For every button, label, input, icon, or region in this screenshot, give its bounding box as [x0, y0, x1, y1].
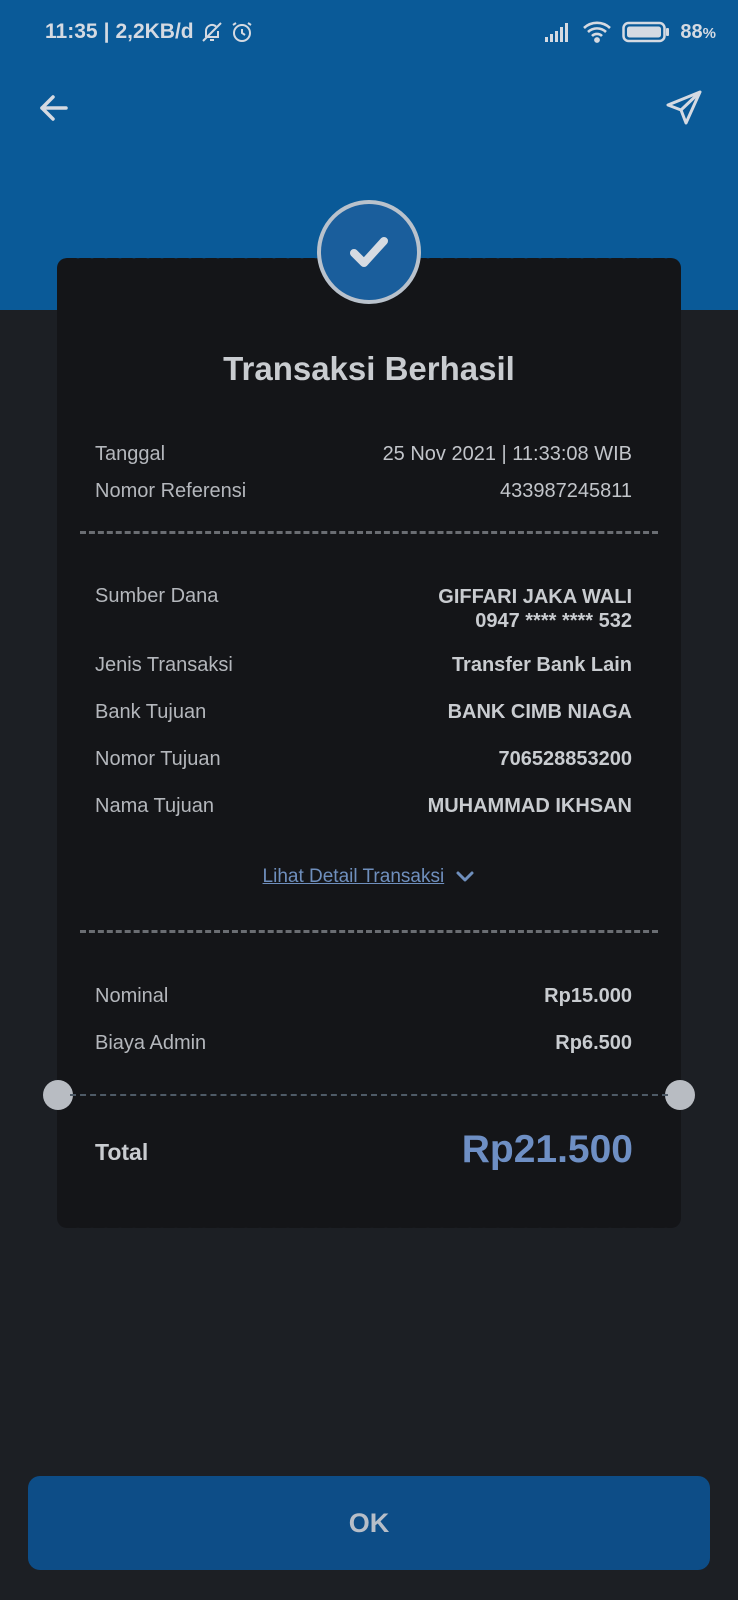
wifi-icon — [583, 21, 612, 43]
receipt-title: Transaksi Berhasil — [223, 350, 515, 387]
admin-label: Biaya Admin — [95, 1032, 207, 1054]
tanggal-value: 25 Nov 2021 | 11:33:08 WIB — [382, 443, 632, 465]
row-jenis-transaksi: Jenis Transaksi Transfer Bank Lain — [95, 654, 632, 677]
jenis-value: Transfer Bank Lain — [451, 654, 632, 676]
nomor-value: 706528853200 — [498, 748, 632, 770]
total-value: Rp21.500 — [461, 1128, 633, 1171]
divider-2 — [80, 930, 658, 933]
chevron-down-icon — [456, 871, 474, 882]
status-speed: 2,2KB/d — [115, 20, 194, 43]
receipt-bottom-edge — [57, 1220, 681, 1234]
detail-link-label: Lihat Detail Transaksi — [262, 866, 445, 887]
row-nomor-tujuan: Nomor Tujuan 706528853200 — [95, 748, 632, 771]
status-right: 88% — [544, 20, 716, 44]
battery-icon — [622, 21, 670, 43]
sumber-name: GIFFARI JAKA WALI — [438, 586, 632, 608]
row-referensi: Nomor Referensi 433987245811 — [95, 480, 632, 503]
bell-off-icon — [201, 22, 222, 42]
nominal-label: Nominal — [95, 985, 169, 1007]
nama-value: MUHAMMAD IKHSAN — [427, 795, 632, 817]
status-time: 11:35 — [45, 20, 98, 43]
sumber-value: GIFFARI JAKA WALI 0947 **** **** 532 — [438, 585, 632, 633]
bank-label: Bank Tujuan — [95, 701, 207, 723]
ref-label: Nomor Referensi — [95, 480, 247, 502]
alarm-icon — [232, 22, 252, 42]
ok-button[interactable]: OK — [28, 1476, 710, 1570]
row-nama-tujuan: Nama Tujuan MUHAMMAD IKHSAN — [95, 795, 632, 818]
divider-3 — [70, 1094, 668, 1096]
send-icon — [666, 90, 702, 125]
ref-value: 433987245811 — [500, 480, 632, 502]
arrow-left-icon — [40, 95, 68, 121]
battery-unit: % — [702, 24, 716, 42]
row-bank-tujuan: Bank Tujuan BANK CIMB NIAGA — [95, 701, 632, 724]
bank-value: BANK CIMB NIAGA — [447, 701, 632, 723]
share-button[interactable] — [664, 88, 704, 128]
divider-1 — [80, 531, 658, 534]
row-nominal: Nominal Rp15.000 — [95, 985, 632, 1008]
total-label: Total — [95, 1139, 149, 1165]
status-left: 11:35 | 2,2KB/d — [45, 20, 254, 44]
nominal-value: Rp15.000 — [544, 985, 632, 1007]
status-divider: | — [103, 20, 110, 43]
battery-level: 88% — [680, 21, 716, 44]
nama-label: Nama Tujuan — [95, 795, 214, 817]
row-sumber-dana: Sumber Dana GIFFARI JAKA WALI 0947 **** … — [95, 585, 632, 633]
ticket-notch-left — [43, 1080, 73, 1110]
row-tanggal: Tanggal 25 Nov 2021 | 11:33:08 WIB — [95, 443, 632, 466]
status-bar: 11:35 | 2,2KB/d 88% — [0, 0, 738, 70]
receipt-card — [57, 258, 681, 1228]
battery-value: 88 — [680, 20, 703, 43]
tanggal-label: Tanggal — [95, 443, 166, 465]
jenis-label: Jenis Transaksi — [95, 654, 233, 676]
signal-icon — [545, 23, 569, 42]
check-icon — [350, 237, 388, 267]
success-badge — [317, 200, 421, 304]
sumber-label: Sumber Dana — [95, 585, 219, 607]
nomor-label: Nomor Tujuan — [95, 748, 221, 770]
back-button[interactable] — [34, 88, 74, 128]
ticket-notch-right — [665, 1080, 695, 1110]
sumber-account: 0947 **** **** 532 — [475, 610, 632, 632]
detail-transaction-link[interactable]: Lihat Detail Transaksi — [57, 866, 681, 888]
admin-value: Rp6.500 — [555, 1032, 632, 1054]
row-biaya-admin: Biaya Admin Rp6.500 — [95, 1032, 632, 1055]
